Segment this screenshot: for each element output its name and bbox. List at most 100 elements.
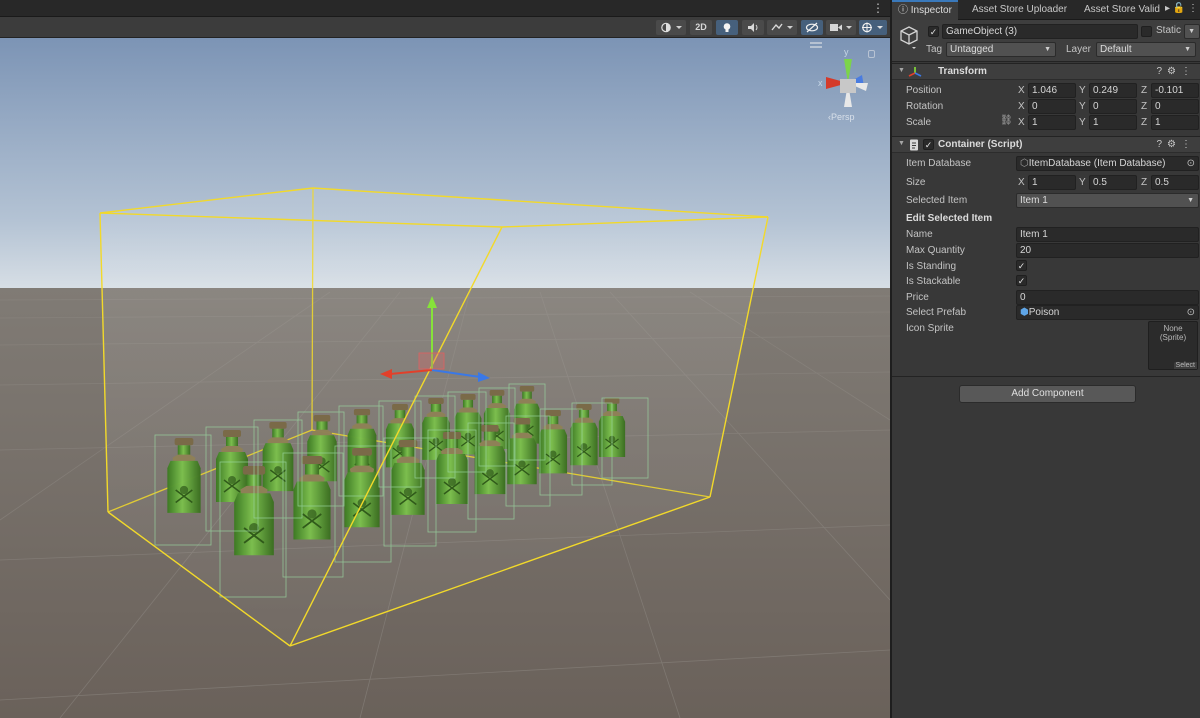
container-script-title: Container (Script) [938,139,1023,150]
scriptable-object-icon: ⬡ [1020,158,1029,169]
effects-dropdown-button[interactable] [767,20,797,35]
container-enabled-checkbox[interactable]: ✓ [923,139,934,150]
gizmo-lock-icon[interactable] [868,50,875,58]
select-prefab-label: Select Prefab [906,307,967,318]
edit-selected-item-heading: Edit Selected Item [906,213,993,224]
scale-z-field[interactable]: 1 [1151,115,1199,130]
info-icon: ⓘ [898,5,908,16]
position-x-field[interactable]: 1.046 [1028,83,1076,98]
is-stackable-label: Is Stackable [906,276,961,287]
lock-icon: 🔓 [1172,3,1186,14]
shading-mode-button[interactable] [656,20,686,35]
price-field[interactable]: 0 [1016,290,1199,305]
svg-text:x: x [818,78,823,88]
scale-x-field[interactable]: 1 [1028,115,1076,130]
is-stackable-checkbox[interactable]: ✓ [1016,275,1027,286]
axis-x-label: X [1018,101,1025,112]
projection-toggle[interactable]: ‹Persp [828,112,855,122]
sprite-select-button[interactable]: Select [1173,362,1197,369]
object-picker-icon[interactable]: ⊙ [1187,306,1195,319]
component-menu-icons[interactable]: ?⚙⋮ [1156,139,1196,150]
size-z-field[interactable]: 0.5 [1151,175,1199,190]
object-picker-icon[interactable]: ⊙ [1187,157,1195,170]
item-name-field[interactable]: Item 1 [1016,227,1199,242]
hidden-objects-toggle-button[interactable] [801,20,823,35]
gizmos-dropdown-button[interactable] [859,20,887,35]
selected-item-dropdown[interactable]: Item 1 ▼ [1016,193,1199,208]
static-dropdown[interactable]: ▼ [1184,24,1200,39]
tag-label: Tag [926,44,943,55]
svg-text:y: y [844,47,849,57]
icon-sprite-field[interactable]: None (Sprite) Select [1148,321,1198,370]
position-z-field[interactable]: -0.101 [1151,83,1199,98]
axis-z-label: Z [1141,85,1148,96]
layer-label: Layer [1066,44,1092,55]
tag-dropdown[interactable]: Untagged ▼ [946,42,1056,57]
layer-dropdown[interactable]: Default ▼ [1096,42,1196,57]
scene-viewport[interactable]: y x ‹Persp [0,38,890,718]
foldout-arrow-icon[interactable]: ▼ [898,140,905,147]
component-menu-icons[interactable]: ?⚙⋮ [1156,66,1196,77]
scene-render: y x [0,38,890,718]
foldout-arrow-icon[interactable]: ▼ [898,67,905,74]
gameobject-active-checkbox[interactable]: ✓ [928,26,939,37]
axis-y-label: Y [1079,85,1086,96]
tab-asset-store-validator[interactable]: Asset Store Valid [1078,0,1164,20]
camera-settings-button[interactable] [826,20,856,35]
size-label: Size [906,177,926,188]
max-quantity-field[interactable]: 20 [1016,243,1199,258]
item-database-field[interactable]: ⬡ItemDatabase (Item Database) ⊙ [1016,156,1199,171]
scale-y-field[interactable]: 1 [1089,115,1137,130]
transform-header[interactable]: ▼ Transform ?⚙⋮ [892,63,1200,80]
axis-x-label: X [1018,117,1025,128]
position-y-field[interactable]: 0.249 [1089,83,1137,98]
prefab-icon: ⬢ [1020,307,1029,318]
inspector-panel: ⓘ Inspector Asset Store Uploader Asset S… [890,0,1200,718]
lighting-toggle-button[interactable] [716,20,738,35]
inspector-empty-area [892,376,1200,718]
gameobject-name-field[interactable]: GameObject (3) [942,24,1138,39]
position-label: Position [906,85,942,96]
container-script-header[interactable]: ▼ ✓ Container (Script) ?⚙⋮ [892,136,1200,153]
sprite-none-text: None [1163,324,1183,333]
axis-z-label: Z [1141,117,1148,128]
script-icon [910,139,918,151]
rotation-x-field[interactable]: 0 [1028,99,1076,114]
tab-overflow-controls[interactable]: ▸ 🔓 ⋮ [1165,3,1198,14]
constrain-proportions-icon[interactable]: ⛓ [1000,115,1013,126]
tab-asset-store-uploader[interactable]: Asset Store Uploader [966,0,1073,20]
size-y-field[interactable]: 0.5 [1089,175,1137,190]
inspector-tab-bar: ⓘ Inspector Asset Store Uploader Asset S… [892,0,1200,20]
scene-view[interactable]: ⋮ 2D y x ‹Persp [0,0,890,718]
gameobject-header: ✓ GameObject (3) Static ▼ Tag Untagged ▼ … [892,20,1200,62]
axis-z-label: Z [1141,101,1148,112]
icon-sprite-label: Icon Sprite [906,323,954,334]
size-x-field[interactable]: 1 [1028,175,1076,190]
scale-label: Scale [906,117,932,128]
axis-y-label: Y [1079,117,1086,128]
audio-toggle-button[interactable] [742,20,764,35]
static-checkbox[interactable] [1141,26,1152,37]
rotation-z-field[interactable]: 0 [1151,99,1199,114]
selected-item-label: Selected Item [906,195,968,206]
axis-x-label: X [1018,85,1025,96]
scene-more-menu-icon[interactable]: ⋮ [872,2,884,14]
transform-icon [908,67,922,77]
max-quantity-label: Max Quantity [906,245,965,256]
tab-inspector[interactable]: ⓘ Inspector [892,0,958,20]
scene-toolbar: 2D [0,17,890,38]
rotation-label: Rotation [906,101,944,112]
rotation-y-field[interactable]: 0 [1089,99,1137,114]
is-standing-label: Is Standing [906,261,957,272]
item-database-label: Item Database [906,158,972,169]
toggle-2d-button[interactable]: 2D [690,20,712,35]
price-label: Price [906,292,929,303]
select-prefab-field[interactable]: ⬢Poison ⊙ [1016,305,1199,320]
gizmo-menu-icon[interactable] [810,42,822,48]
axis-y-label: Y [1079,101,1086,112]
transform-title: Transform [938,66,987,77]
static-label: Static [1156,25,1182,36]
add-component-button[interactable]: Add Component [959,385,1136,403]
is-standing-checkbox[interactable]: ✓ [1016,260,1027,271]
sprite-type-text: (Sprite) [1159,333,1187,342]
